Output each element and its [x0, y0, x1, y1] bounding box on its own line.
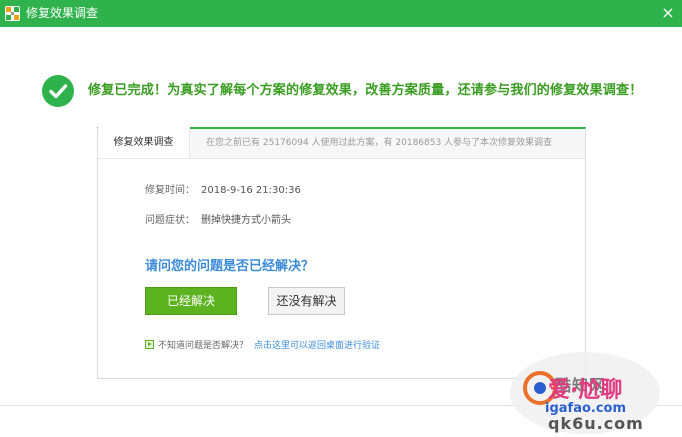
unresolved-button[interactable]: 还没有解决 [268, 287, 345, 315]
arrow-right-icon [145, 340, 154, 349]
repair-time-value: 2018-9-16 21:30:36 [201, 185, 301, 196]
symptom-label: 问题症状： [145, 215, 195, 226]
window-title: 修复效果调查 [26, 6, 99, 20]
survey-card-header: 修复效果调查 在您之前已有 25176094 人使用过此方案，有 2018685… [98, 127, 585, 159]
tab-survey[interactable]: 修复效果调查 [98, 127, 190, 158]
resolved-button[interactable]: 已经解决 [145, 287, 237, 315]
return-desktop-link[interactable]: 点击这里可以返回桌面进行验证 [254, 341, 380, 351]
symptom-row: 问题症状： 删掉快捷方式小箭头 [145, 211, 291, 226]
symptom-value: 删掉快捷方式小箭头 [201, 215, 291, 226]
close-button[interactable]: × [658, 2, 678, 24]
app-logo-icon [5, 6, 20, 21]
help-text: 不知道问题是否解决？ [158, 341, 249, 351]
completion-message: 修复已完成！为真实了解每个方案的修复效果，改善方案质量，还请参与我们的修复效果调… [88, 83, 643, 98]
usage-stats: 在您之前已有 25176094 人使用过此方案，有 20186853 人参与了本… [206, 138, 553, 148]
help-row: 不知道问题是否解决？ 点击这里可以返回桌面进行验证 [145, 338, 380, 351]
repair-time-label: 修复时间： [145, 185, 195, 196]
resolution-question: 请问您的问题是否已经解决？ [145, 259, 315, 274]
title-bar: 修复效果调查 × [0, 0, 682, 27]
checkmark-icon [42, 75, 74, 107]
watermark-text-2: 爱·尬聊 [548, 378, 623, 403]
watermark-text-3: qk6u.com [548, 414, 644, 433]
survey-card: 修复效果调查 在您之前已有 25176094 人使用过此方案，有 2018685… [97, 127, 586, 379]
repair-time-row: 修复时间： 2018-9-16 21:30:36 [145, 181, 301, 196]
